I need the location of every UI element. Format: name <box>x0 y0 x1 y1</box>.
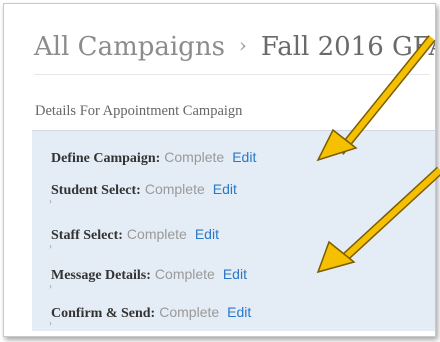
annotation-arrows <box>316 35 440 274</box>
annotation-arrow-icon <box>316 35 436 162</box>
annotation-arrow-icon <box>316 166 440 274</box>
